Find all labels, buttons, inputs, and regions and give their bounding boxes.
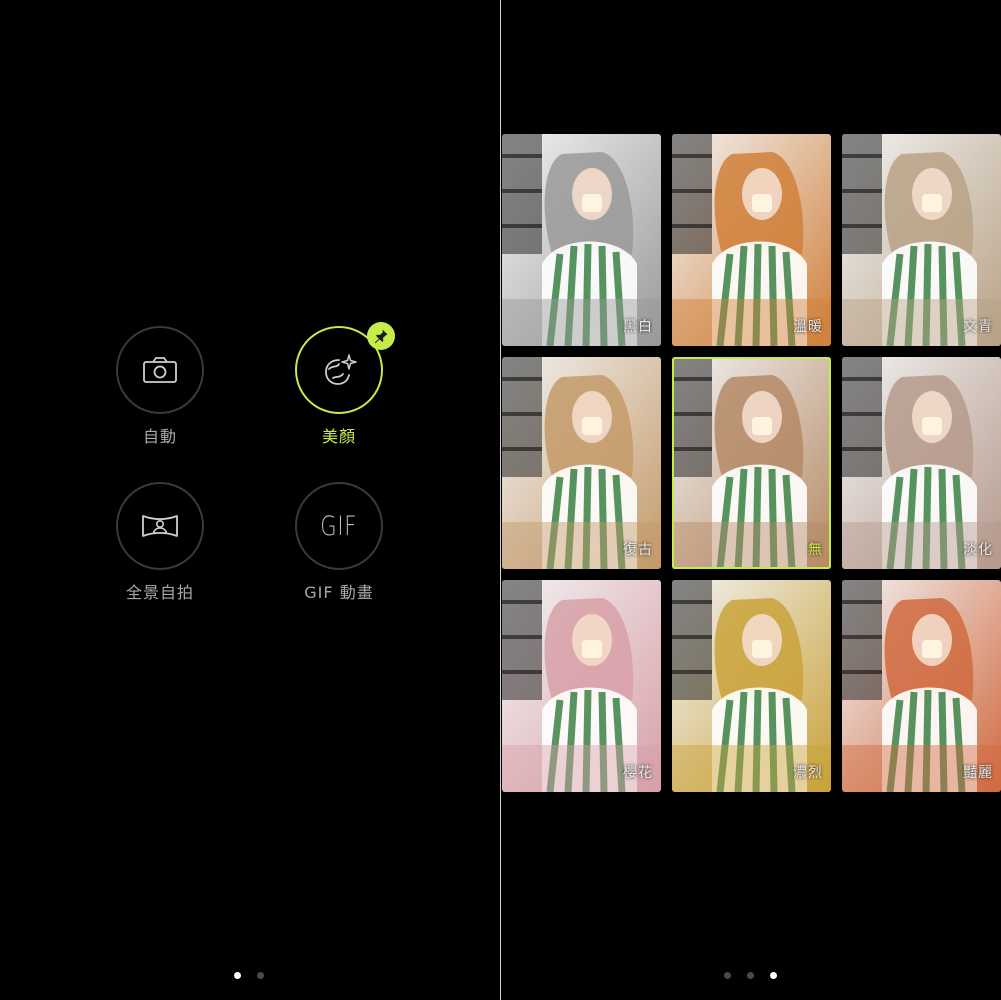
mode-panorama-selfie-ring[interactable]: [116, 482, 204, 570]
filter-preview-image: [502, 134, 661, 346]
filter-tile[interactable]: 淡化: [842, 357, 1001, 569]
mode-beauty-ring[interactable]: [295, 322, 395, 414]
pinned-badge: [367, 322, 395, 350]
filter-label: 濃烈: [793, 765, 823, 781]
mode-gif-label: GIF 動畫: [304, 583, 374, 602]
filter-label: 豔麗: [963, 765, 993, 781]
mode-panorama-selfie-label: 全景自拍: [125, 583, 194, 602]
camera-icon: [143, 357, 177, 383]
mode-panorama-selfie[interactable]: 全景自拍: [90, 482, 230, 603]
filter-preview-image: [672, 580, 831, 792]
panorama-selfie-icon: [142, 515, 178, 537]
filter-picker-screen: 黑白 溫暖 文青復古 無 淡化櫻花 濃烈 豔麗: [501, 0, 1001, 1000]
filter-preview-image: [842, 357, 1001, 569]
mode-auto-label: 自動: [142, 427, 177, 446]
mode-auto[interactable]: 自動: [90, 326, 230, 447]
filter-tile[interactable]: 復古: [502, 357, 661, 569]
filter-tile[interactable]: 櫻花: [502, 580, 661, 792]
pin-icon: [374, 329, 388, 344]
filter-preview-image: [502, 580, 661, 792]
gif-icon: GIF: [320, 510, 358, 542]
filter-preview-image: [502, 357, 661, 569]
mode-gif[interactable]: GIF GIF 動畫: [269, 482, 409, 603]
filter-label: 櫻花: [623, 765, 653, 781]
filter-tile[interactable]: 黑白: [502, 134, 661, 346]
mode-auto-ring[interactable]: [116, 326, 204, 414]
filter-label: 溫暖: [793, 319, 823, 335]
mode-gif-ring[interactable]: GIF: [295, 482, 383, 570]
page-dot-2[interactable]: [257, 972, 264, 979]
mode-beauty-label: 美顏: [321, 427, 356, 446]
filter-preview-image: [672, 357, 831, 569]
filter-tile[interactable]: 溫暖: [672, 134, 831, 346]
page-dot-2[interactable]: [747, 972, 754, 979]
page-indicator: [724, 972, 777, 979]
filter-label: 文青: [963, 319, 993, 335]
filter-preview-image: [842, 134, 1001, 346]
page-dot-1[interactable]: [234, 972, 241, 979]
filter-label: 復古: [623, 542, 653, 558]
filter-label: 無: [808, 542, 823, 558]
beauty-face-icon: [325, 354, 357, 385]
filter-tile[interactable]: 文青: [842, 134, 1001, 346]
page-indicator: [234, 972, 264, 979]
filter-tile[interactable]: 濃烈: [672, 580, 831, 792]
filter-preview-image: [672, 134, 831, 346]
filter-label: 黑白: [623, 319, 653, 335]
page-dot-1[interactable]: [724, 972, 731, 979]
filter-tile[interactable]: 豔麗: [842, 580, 1001, 792]
page-dot-3[interactable]: [770, 972, 777, 979]
filter-tile[interactable]: 無: [672, 357, 831, 569]
mode-picker-screen: 自動 美顏 全景自拍 GIF GIF 動畫: [0, 0, 500, 1000]
filter-preview-image: [842, 580, 1001, 792]
filter-label: 淡化: [963, 542, 993, 558]
mode-beauty[interactable]: 美顏: [269, 322, 409, 447]
